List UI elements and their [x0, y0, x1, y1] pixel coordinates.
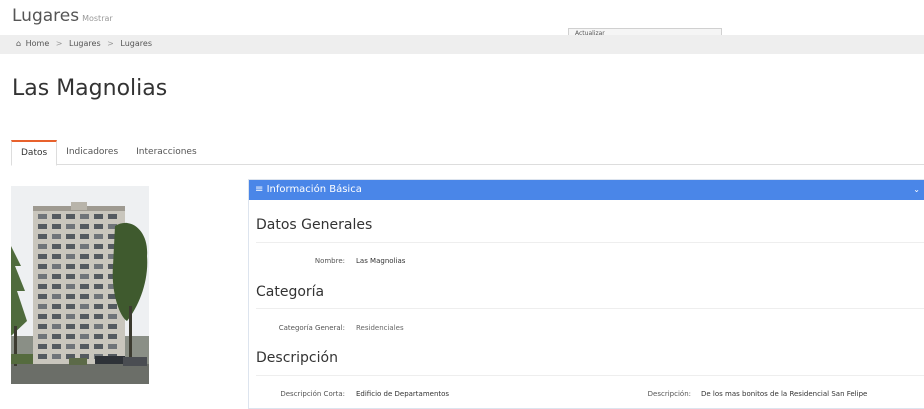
description-value: De los mas bonitos de la Residencial San…	[701, 390, 868, 398]
section-title-description: Descripción	[256, 350, 338, 366]
section-title-general: Datos Generales	[256, 217, 373, 233]
name-value: Las Magnolias	[356, 257, 406, 265]
breadcrumb: ⌂ Home > Lugares > Lugares	[16, 39, 152, 48]
section-divider	[256, 308, 924, 309]
section-divider	[256, 242, 924, 243]
record-title: Las Magnolias	[12, 76, 168, 101]
description-label: Descripción:	[647, 390, 691, 398]
tab-interacciones[interactable]: Interacciones	[127, 140, 205, 165]
page-subtitle: Mostrar	[82, 14, 113, 23]
breadcrumb-separator: >	[107, 39, 114, 48]
breadcrumb-item-lugares[interactable]: Lugares	[69, 39, 101, 48]
short-description-label: Descripción Corta:	[280, 390, 345, 398]
chevron-down-icon[interactable]: ⌄	[913, 180, 920, 200]
page-header: Lugares Mostrar	[12, 6, 113, 26]
info-panel: ≡ Información Básica ⌄ Datos Generales N…	[248, 179, 924, 409]
breadcrumb-separator: >	[55, 39, 63, 48]
tab-datos[interactable]: Datos	[11, 140, 58, 166]
home-icon: ⌂	[16, 39, 22, 48]
page-title: Lugares	[12, 6, 80, 26]
breadcrumb-home[interactable]: Home	[26, 39, 50, 48]
section-divider	[256, 375, 924, 376]
short-description-value: Edificio de Departamentos	[356, 390, 450, 398]
panel-title: Información Básica	[266, 184, 362, 195]
tab-indicadores[interactable]: Indicadores	[57, 140, 127, 165]
tab-bar: Datos Indicadores Interacciones	[11, 140, 924, 166]
category-general-label: Categoría General:	[278, 324, 345, 332]
section-title-category: Categoría	[256, 284, 325, 300]
breadcrumb-bar: ⌂ Home > Lugares > Lugares	[0, 35, 924, 54]
building-photo	[11, 186, 149, 384]
name-label: Nombre:	[314, 257, 345, 265]
list-icon: ≡	[255, 184, 264, 195]
panel-header[interactable]: ≡ Información Básica ⌄	[249, 180, 924, 200]
category-general-value: Residenciales	[356, 324, 404, 332]
breadcrumb-item-current: Lugares	[120, 39, 152, 48]
